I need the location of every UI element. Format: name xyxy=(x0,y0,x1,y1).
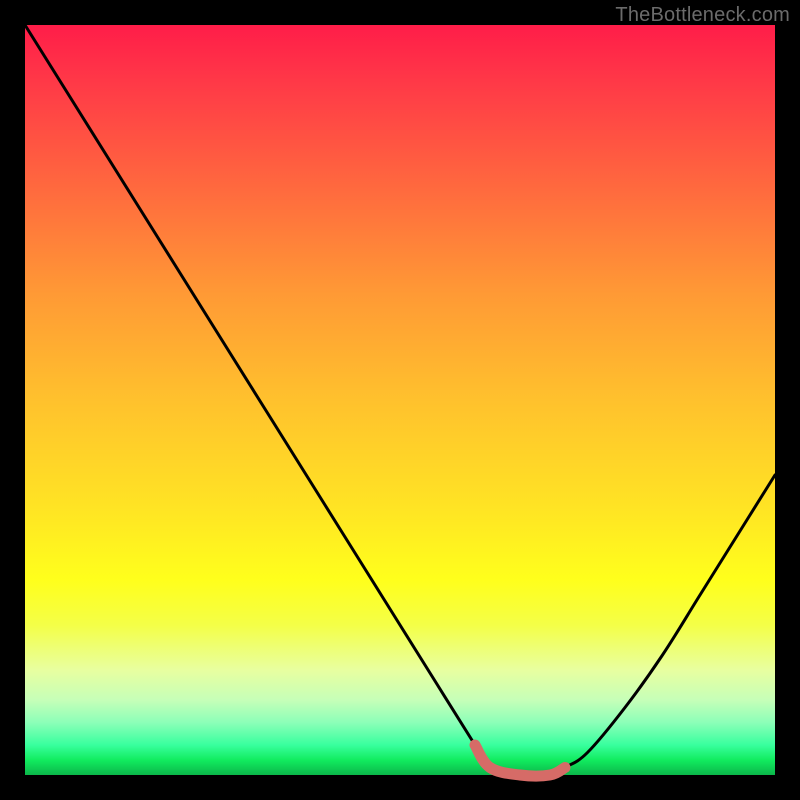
optimal-range-marker xyxy=(475,745,565,776)
chart-overlay xyxy=(25,25,775,775)
attribution-text: TheBottleneck.com xyxy=(615,4,790,27)
chart-frame: TheBottleneck.com xyxy=(0,0,800,800)
bottleneck-curve xyxy=(25,25,775,776)
